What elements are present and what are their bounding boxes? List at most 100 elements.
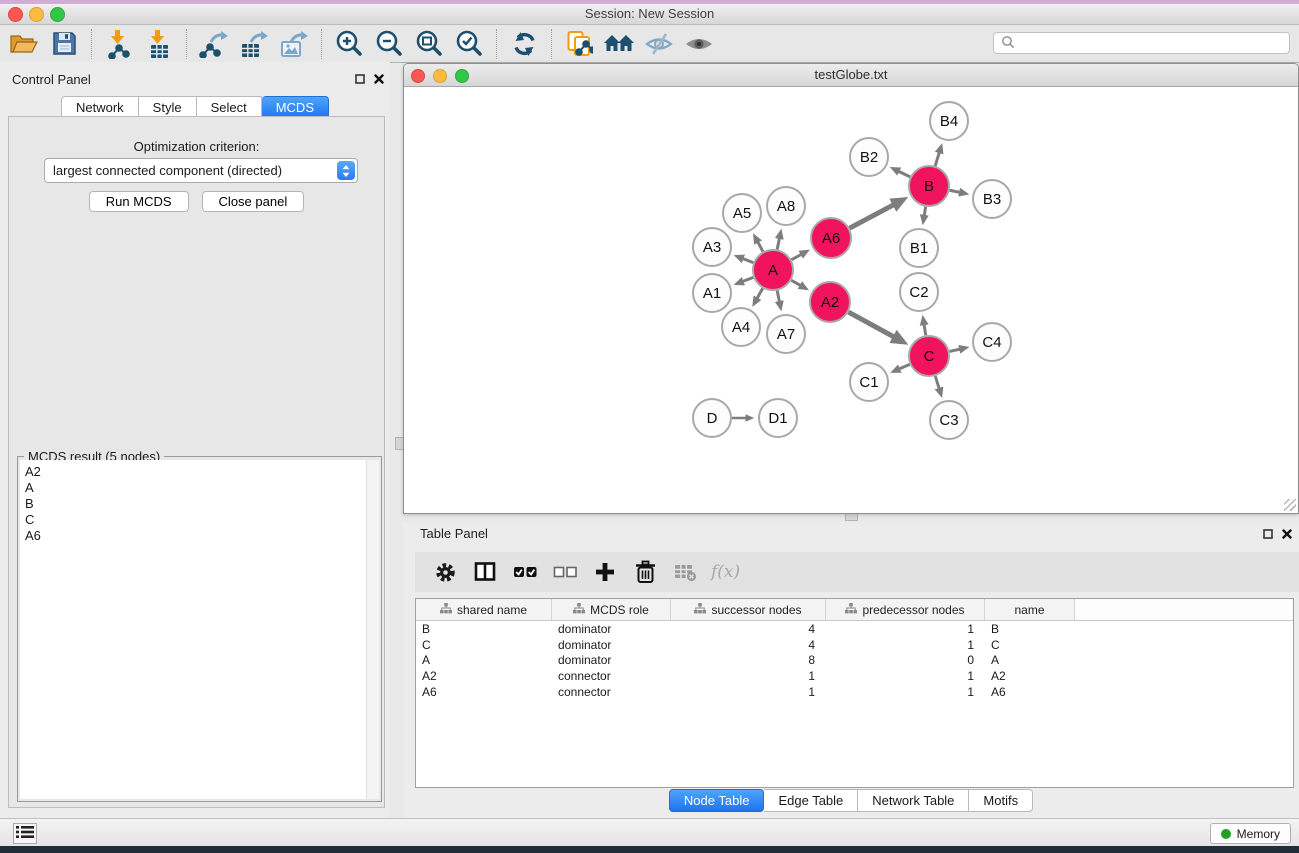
list-scrollbar[interactable] xyxy=(366,460,379,799)
tab-node-table[interactable]: Node Table xyxy=(669,789,765,812)
cell-MCDS-role[interactable]: dominator xyxy=(552,638,671,652)
mcds-result-list[interactable]: A2ABCA6 xyxy=(20,460,367,799)
network-zoom-button[interactable] xyxy=(455,69,469,83)
column-header-shared-name[interactable]: shared name xyxy=(416,599,552,620)
edge-A-A7[interactable] xyxy=(777,291,780,308)
home-icon[interactable] xyxy=(599,27,639,61)
run-mcds-button[interactable]: Run MCDS xyxy=(89,191,189,212)
edge-A-A4[interactable] xyxy=(754,288,763,303)
task-history-button[interactable] xyxy=(13,823,37,844)
edge-C-C3[interactable] xyxy=(935,376,941,394)
network-minimize-button[interactable] xyxy=(433,69,447,83)
memory-button[interactable]: Memory xyxy=(1210,823,1291,844)
app-titlebar[interactable]: Session: New Session xyxy=(0,4,1299,25)
eye-blocked-icon[interactable] xyxy=(639,27,679,61)
function-builder-button[interactable]: f(x) xyxy=(707,562,740,582)
cell-shared-name[interactable]: B xyxy=(416,622,552,636)
cell-MCDS-role[interactable]: connector xyxy=(552,669,671,683)
column-header-MCDS-role[interactable]: MCDS role xyxy=(552,599,671,620)
network-view-window[interactable]: testGlobe.txt B4B2BB3A5A8A6A3B1AA1C2A2A4… xyxy=(403,63,1299,514)
mcds-result-item[interactable]: A6 xyxy=(25,528,366,544)
cell-shared-name[interactable]: A6 xyxy=(416,685,552,699)
cell-shared-name[interactable]: C xyxy=(416,638,552,652)
cell-predecessor-nodes[interactable]: 1 xyxy=(826,622,985,636)
zoom-selected-icon[interactable] xyxy=(449,27,489,61)
edge-A-A3[interactable] xyxy=(737,257,753,263)
refresh-icon[interactable] xyxy=(504,27,544,61)
criterion-dropdown[interactable]: largest connected component (directed) xyxy=(44,158,358,183)
table-row[interactable]: A2connector11A2 xyxy=(416,668,1293,684)
import-network-icon[interactable] xyxy=(99,27,139,61)
table-row[interactable]: Adominator80A xyxy=(416,653,1293,669)
cell-predecessor-nodes[interactable]: 1 xyxy=(826,638,985,652)
cell-successor-nodes[interactable]: 4 xyxy=(671,622,826,636)
save-session-icon[interactable] xyxy=(44,27,84,61)
cell-name[interactable]: A2 xyxy=(985,669,1075,683)
close-window-button[interactable] xyxy=(8,7,23,22)
cell-predecessor-nodes[interactable]: 1 xyxy=(826,669,985,683)
float-panel-icon[interactable] xyxy=(355,72,365,87)
select-all-icon[interactable] xyxy=(507,555,543,589)
duplicate-network-icon[interactable] xyxy=(559,27,599,61)
delete-table-icon[interactable] xyxy=(667,555,703,589)
edge-A6-B[interactable] xyxy=(850,200,903,228)
cell-successor-nodes[interactable]: 1 xyxy=(671,685,826,699)
cell-name[interactable]: A6 xyxy=(985,685,1075,699)
table-row[interactable]: Bdominator41B xyxy=(416,621,1293,637)
tab-motifs[interactable]: Motifs xyxy=(969,789,1033,812)
mcds-result-item[interactable]: B xyxy=(25,496,366,512)
edge-A2-C[interactable] xyxy=(848,312,902,342)
network-canvas[interactable]: B4B2BB3A5A8A6A3B1AA1C2A2A4A7C4CC1DD1C3 xyxy=(405,87,1297,512)
gear-icon[interactable] xyxy=(427,555,463,589)
edge-A-A6[interactable] xyxy=(791,252,806,260)
close-panel-icon[interactable] xyxy=(1282,527,1292,542)
cell-MCDS-role[interactable]: connector xyxy=(552,685,671,699)
edge-A-A1[interactable] xyxy=(737,277,753,283)
edge-A-A5[interactable] xyxy=(755,237,763,252)
cell-name[interactable]: B xyxy=(985,622,1075,636)
cell-successor-nodes[interactable]: 8 xyxy=(671,653,826,667)
export-table-icon[interactable] xyxy=(234,27,274,61)
edge-A-A8[interactable] xyxy=(777,232,780,249)
edge-A-A2[interactable] xyxy=(791,280,805,288)
search-box[interactable] xyxy=(993,32,1290,54)
zoom-window-button[interactable] xyxy=(50,7,65,22)
minimize-window-button[interactable] xyxy=(29,7,44,22)
mcds-result-item[interactable]: A2 xyxy=(25,464,366,480)
close-panel-icon[interactable] xyxy=(374,72,384,87)
network-close-button[interactable] xyxy=(411,69,425,83)
edge-B-B3[interactable] xyxy=(950,190,966,193)
float-panel-icon[interactable] xyxy=(1263,527,1273,542)
open-file-icon[interactable] xyxy=(4,27,44,61)
edge-C-C1[interactable] xyxy=(894,364,910,371)
edge-B-B2[interactable] xyxy=(893,169,910,177)
zoom-out-icon[interactable] xyxy=(369,27,409,61)
cell-name[interactable]: C xyxy=(985,638,1075,652)
zoom-fit-icon[interactable] xyxy=(409,27,449,61)
cell-shared-name[interactable]: A2 xyxy=(416,669,552,683)
tab-network-table[interactable]: Network Table xyxy=(858,789,969,812)
table-row[interactable]: A6connector11A6 xyxy=(416,684,1293,700)
cell-predecessor-nodes[interactable]: 0 xyxy=(826,653,985,667)
cell-name[interactable]: A xyxy=(985,653,1075,667)
edge-C-C2[interactable] xyxy=(923,319,926,336)
cell-MCDS-role[interactable]: dominator xyxy=(552,653,671,667)
cell-successor-nodes[interactable]: 1 xyxy=(671,669,826,683)
cell-predecessor-nodes[interactable]: 1 xyxy=(826,685,985,699)
tab-edge-table[interactable]: Edge Table xyxy=(764,789,858,812)
mcds-result-item[interactable]: C xyxy=(25,512,366,528)
delete-column-icon[interactable] xyxy=(627,555,663,589)
resize-grip-icon[interactable] xyxy=(1284,499,1296,511)
close-panel-button[interactable]: Close panel xyxy=(202,191,305,212)
add-column-icon[interactable] xyxy=(587,555,623,589)
column-header-successor-nodes[interactable]: successor nodes xyxy=(671,599,826,620)
network-window-titlebar[interactable]: testGlobe.txt xyxy=(404,64,1298,87)
column-header-name[interactable]: name xyxy=(985,599,1075,620)
zoom-in-icon[interactable] xyxy=(329,27,369,61)
edge-C-C4[interactable] xyxy=(949,348,965,352)
edge-B-B4[interactable] xyxy=(935,147,941,166)
search-input[interactable] xyxy=(1020,35,1289,51)
import-table-icon[interactable] xyxy=(139,27,179,61)
network-graph[interactable]: B4B2BB3A5A8A6A3B1AA1C2A2A4A7C4CC1DD1C3 xyxy=(405,87,1297,512)
eye-icon[interactable] xyxy=(679,27,719,61)
